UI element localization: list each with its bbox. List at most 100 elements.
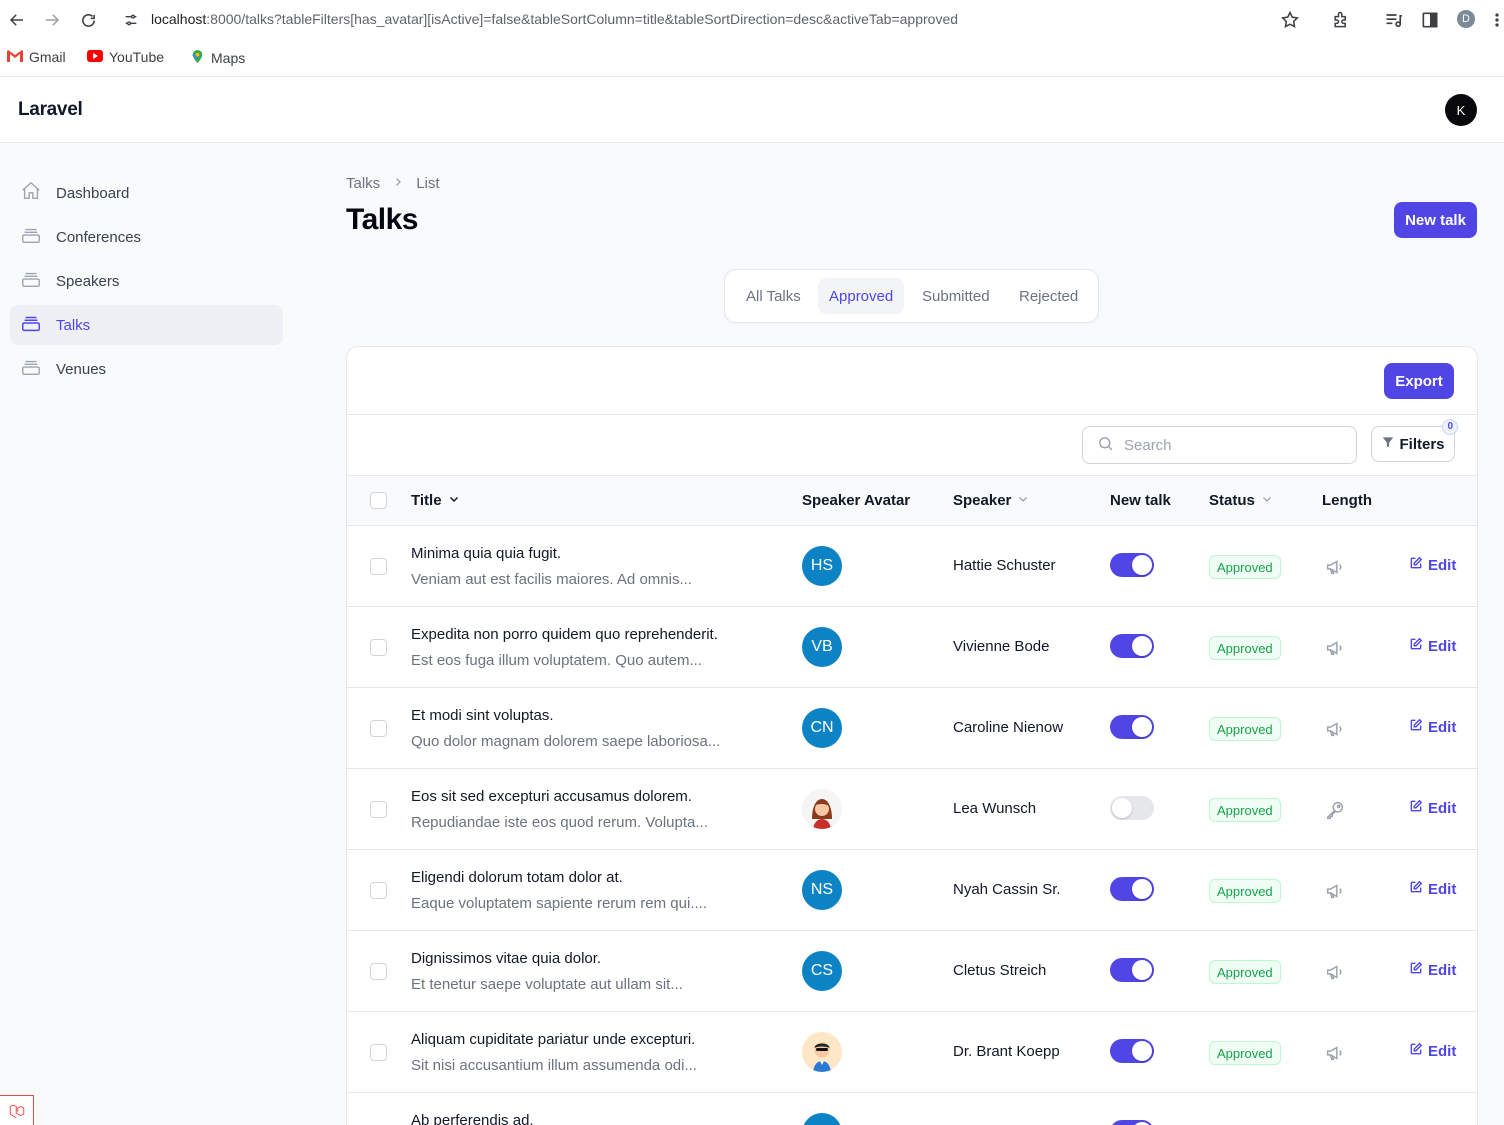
page-title: Talks [346,203,419,236]
bookmark-maps[interactable]: Maps [190,49,245,67]
side-panel-icon[interactable] [1420,10,1440,30]
sidebar-item-label: Conferences [56,228,142,246]
column-speaker[interactable]: Speaker [953,492,1029,509]
new-talk-toggle[interactable] [1110,1120,1154,1125]
back-icon[interactable] [5,8,29,32]
new-talk-toggle[interactable] [1110,877,1154,901]
url-text[interactable]: localhost:8000/talks?tableFilters[has_av… [151,11,958,27]
edit-button[interactable]: Edit [1409,637,1456,655]
talk-description: Quo dolor magnam dolorem saepe laboriosa… [411,733,721,750]
sidebar-item-speakers[interactable]: Speakers [10,261,283,301]
new-talk-toggle[interactable] [1110,1039,1154,1063]
tab-all-talks[interactable]: All Talks [735,278,812,314]
stack-icon [20,224,42,250]
sidebar-item-venues[interactable]: Venues [10,349,283,389]
breadcrumb: Talks List [346,175,440,192]
table-row[interactable]: Et modi sint voluptas. Quo dolor magnam … [347,688,1477,769]
new-talk-button[interactable]: New talk [1394,202,1477,238]
search-placeholder: Search [1124,436,1172,454]
brand-logo[interactable]: Laravel [18,99,83,121]
site-settings-icon[interactable] [119,8,143,32]
new-talk-toggle[interactable] [1110,958,1154,982]
breadcrumb-talks[interactable]: Talks [346,175,380,192]
talk-title: Aliquam cupiditate pariatur unde exceptu… [411,1031,696,1048]
row-checkbox[interactable] [370,963,387,980]
star-icon[interactable] [1280,10,1300,30]
export-button[interactable]: Export [1384,363,1454,399]
talks-table: Export Search Filters 0 Title Speaker Av… [346,346,1478,1125]
column-label: Status [1209,492,1255,509]
edit-icon [1409,637,1423,655]
table-row[interactable]: Eligendi dolorum totam dolor at. Eaque v… [347,850,1477,931]
edit-button[interactable]: Edit [1409,961,1456,979]
edit-button[interactable]: Edit [1409,1042,1456,1060]
column-title[interactable]: Title [411,492,460,509]
table-row[interactable]: Expedita non porro quidem quo reprehende… [347,607,1477,688]
status-badge: Approved [1209,960,1281,984]
menu-kebab-icon[interactable] [1490,10,1504,30]
speaker-avatar: VB [802,627,842,667]
edit-button[interactable]: Edit [1409,556,1456,574]
tab-submitted[interactable]: Submitted [911,278,1001,314]
tab-approved[interactable]: Approved [818,278,905,314]
talk-description: Repudiandae iste eos quod rerum. Volupta… [411,814,708,831]
tab-rejected[interactable]: Rejected [1008,278,1089,314]
filters-count-badge: 0 [1442,419,1458,435]
column-status[interactable]: Status [1209,492,1273,509]
filters-button[interactable]: Filters 0 [1371,419,1458,462]
search-input[interactable]: Search [1082,426,1357,464]
speaker-avatar [802,1113,842,1125]
sidebar-item-talks[interactable]: Talks [10,305,283,345]
table-row[interactable]: Eos sit sed excepturi accusamus dolorem.… [347,769,1477,850]
table-row[interactable]: Minima quia quia fugit. Veniam aut est f… [347,526,1477,607]
row-checkbox[interactable] [370,558,387,575]
laravel-debug-icon[interactable] [0,1095,34,1125]
edit-icon [1409,880,1423,898]
chevron-down-icon [448,492,460,509]
edit-button[interactable]: Edit [1409,718,1456,736]
edit-button[interactable]: Edit [1409,880,1456,898]
table-header-actions: Export [347,347,1477,415]
media-icon[interactable] [1384,10,1404,30]
row-checkbox[interactable] [370,882,387,899]
select-all-checkbox[interactable] [370,492,387,509]
sidebar-item-conferences[interactable]: Conferences [10,217,283,257]
reload-icon[interactable] [76,8,100,32]
sidebar-item-label: Dashboard [56,184,130,202]
row-checkbox[interactable] [370,639,387,656]
forward-icon[interactable] [40,8,64,32]
new-talk-toggle[interactable] [1110,796,1154,820]
table-row[interactable]: Dignissimos vitae quia dolor. Et tenetur… [347,931,1477,1012]
speaker-avatar: NS [802,870,842,910]
browser-profile-avatar[interactable]: D [1457,10,1475,28]
row-checkbox[interactable] [370,1044,387,1061]
edit-icon [1409,1042,1423,1060]
column-new-talk: New talk [1110,492,1171,509]
talk-title: Minima quia quia fugit. [411,545,562,562]
row-checkbox[interactable] [370,720,387,737]
edit-label: Edit [1428,799,1457,817]
speaker-name: Cletus Streich [953,962,1047,979]
bookmark-label: YouTube [109,49,165,65]
browser-toolbar: localhost:8000/talks?tableFilters[has_av… [0,0,1504,40]
user-avatar[interactable]: K [1445,94,1477,126]
bookmark-gmail[interactable]: Gmail [7,49,66,65]
new-talk-toggle[interactable] [1110,553,1154,577]
megaphone-icon [1324,637,1346,659]
extensions-icon[interactable] [1331,10,1351,30]
speaker-name: Lea Wunsch [953,800,1037,817]
chevron-down-icon [1261,492,1273,509]
table-row[interactable]: Ab perferendis ad. [347,1093,1477,1125]
column-length: Length [1322,492,1372,509]
column-speaker-avatar: Speaker Avatar [802,492,910,509]
table-row[interactable]: Aliquam cupiditate pariatur unde exceptu… [347,1012,1477,1093]
speaker-avatar [802,789,842,829]
new-talk-toggle[interactable] [1110,715,1154,739]
talk-description: Sit nisi accusantium illum assumenda odi… [411,1057,697,1074]
new-talk-toggle[interactable] [1110,634,1154,658]
speaker-name: Vivienne Bode [953,638,1050,655]
row-checkbox[interactable] [370,801,387,818]
bookmark-youtube[interactable]: YouTube [87,49,164,65]
sidebar-item-dashboard[interactable]: Dashboard [10,173,283,213]
edit-button[interactable]: Edit [1409,799,1456,817]
